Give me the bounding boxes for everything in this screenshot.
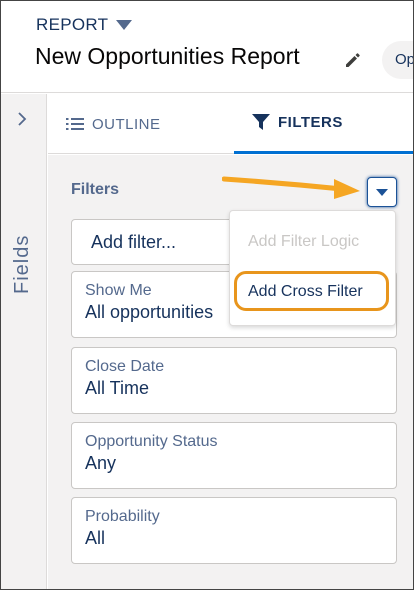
tab-filters[interactable]: FILTERS — [234, 94, 413, 154]
filter-value: All — [85, 528, 106, 548]
menu-item-add-cross-filter[interactable]: Add Cross Filter — [234, 271, 389, 311]
add-filter-placeholder: Add filter... — [91, 232, 177, 252]
panel-tabs: OUTLINE FILTERS — [48, 94, 413, 154]
filters-dropdown-menu: Add Filter Logic Add Cross Filter — [229, 210, 396, 326]
caret-down-icon — [116, 20, 133, 30]
caret-down-icon — [376, 189, 388, 196]
filter-card-probability[interactable]: Probability All — [71, 497, 397, 564]
tab-outline[interactable]: OUTLINE — [66, 94, 161, 154]
filter-label: Close Date — [85, 358, 165, 375]
filters-menu-button[interactable] — [367, 177, 397, 207]
report-builder-window: REPORT New Opportunities Report Op Field… — [0, 0, 414, 590]
filter-value: All Time — [85, 378, 150, 398]
fields-rail-label: Fields — [11, 234, 33, 294]
menu-item-add-filter-logic: Add Filter Logic — [248, 233, 360, 250]
list-icon — [66, 118, 84, 130]
fields-rail[interactable]: Fields — [1, 94, 47, 589]
funnel-icon — [252, 114, 270, 130]
filter-label: Probability — [85, 508, 160, 525]
report-header: REPORT New Opportunities Report Op — [1, 1, 414, 93]
filters-heading: Filters — [71, 181, 120, 198]
report-title: New Opportunities Report — [35, 43, 300, 69]
header-pill-label: Op — [395, 51, 414, 68]
arrow-annotation-icon — [222, 176, 360, 199]
chevron-right-icon[interactable] — [17, 112, 27, 126]
filter-card-close-date[interactable]: Close Date All Time — [71, 347, 397, 414]
header-pill-button[interactable]: Op — [382, 41, 414, 79]
filter-label: Opportunity Status — [85, 433, 218, 450]
tab-outline-label: OUTLINE — [92, 115, 161, 133]
report-type-menu[interactable]: REPORT — [36, 15, 133, 35]
filter-value: Any — [85, 453, 117, 473]
tab-filters-label: FILTERS — [278, 114, 343, 131]
filter-card-opportunity-status[interactable]: Opportunity Status Any — [71, 422, 397, 489]
pencil-icon[interactable] — [344, 51, 362, 69]
report-type-label: REPORT — [36, 15, 109, 34]
